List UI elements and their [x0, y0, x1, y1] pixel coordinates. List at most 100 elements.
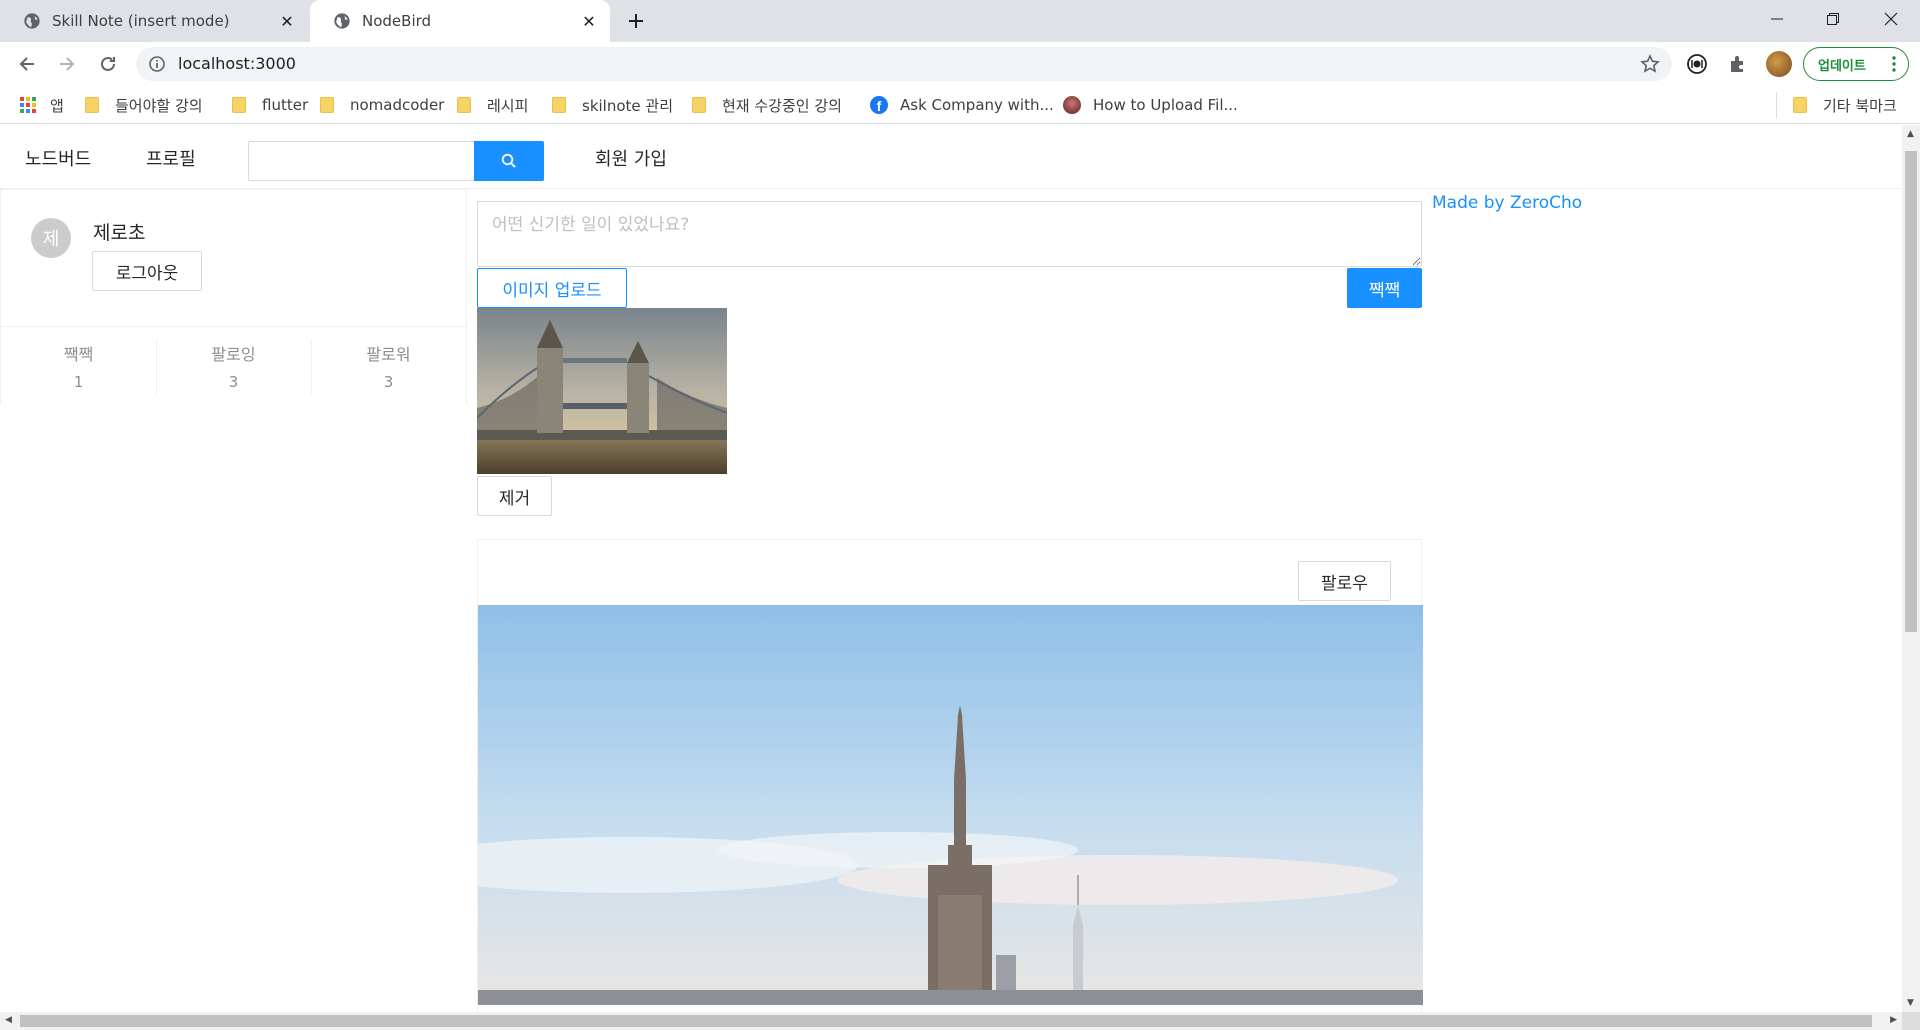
- scroll-thumb[interactable]: [20, 1015, 1872, 1027]
- stat-followers[interactable]: 팔로워 3: [311, 327, 466, 405]
- folder-icon: [692, 97, 706, 113]
- folder-icon: [232, 97, 246, 113]
- folder-icon: [457, 97, 471, 113]
- stat-label: 짹짹: [63, 345, 94, 364]
- tower-bridge-image: [477, 308, 727, 474]
- folder-icon: [1793, 97, 1807, 113]
- web-page: 노드버드 프로필 회원 가입 제 제로초 로그아웃 짹짹 1 팔로잉 3 팔로워…: [0, 125, 1902, 1012]
- bookmark-label: How to Upload Fil...: [1093, 96, 1238, 114]
- reload-button[interactable]: [94, 50, 122, 78]
- post-card: 팔로우: [477, 539, 1423, 1012]
- bookmark-label: 앱: [50, 96, 64, 115]
- bookmarks-bar: 앱 들어야할 강의 flutter nomadcoder 레시피 skilnot…: [0, 86, 1920, 124]
- city-skyline-image: [478, 605, 1423, 1005]
- search-button[interactable]: [474, 141, 544, 181]
- extensions-icon[interactable]: [1727, 53, 1749, 75]
- horizontal-scrollbar[interactable]: ◀ ▶: [0, 1012, 1902, 1030]
- update-label: 업데이트: [1818, 58, 1866, 74]
- made-by-link[interactable]: Made by ZeroCho: [1432, 193, 1582, 213]
- forward-button[interactable]: [53, 50, 81, 78]
- scrollbar-corner: [1902, 1012, 1920, 1030]
- post-image[interactable]: [478, 605, 1423, 1005]
- url-text[interactable]: localhost:3000: [178, 54, 296, 73]
- close-icon[interactable]: ✕: [276, 10, 298, 32]
- bookmark-label: Ask Company with...: [900, 96, 1054, 114]
- back-button[interactable]: [13, 50, 41, 78]
- browser-toolbar: localhost:3000 업데이트: [0, 42, 1920, 86]
- scroll-left-icon[interactable]: ◀: [5, 1015, 12, 1025]
- vertical-scrollbar[interactable]: ▲ ▼: [1902, 125, 1920, 1012]
- logout-button[interactable]: 로그아웃: [92, 251, 202, 291]
- menu-item-home[interactable]: 노드버드: [25, 145, 91, 171]
- facebook-icon: f: [870, 96, 888, 114]
- globe-icon: [334, 13, 350, 29]
- tab-title: Skill Note (insert mode): [52, 12, 230, 30]
- bookmark-label: nomadcoder: [350, 96, 445, 114]
- reload-icon: [101, 56, 115, 71]
- bookmark-apps[interactable]: 앱: [20, 94, 64, 116]
- stat-label: 팔로워: [366, 345, 411, 364]
- window-close-button[interactable]: [1862, 0, 1920, 38]
- image-upload-button[interactable]: 이미지 업로드: [477, 268, 627, 308]
- user-stats: 짹짹 1 팔로잉 3 팔로워 3: [1, 326, 466, 405]
- remove-image-button[interactable]: 제거: [477, 476, 552, 516]
- menu-item-profile[interactable]: 프로필: [146, 145, 196, 171]
- bookmark-folder[interactable]: 레시피: [457, 94, 528, 116]
- scroll-down-icon[interactable]: ▼: [1907, 998, 1914, 1008]
- bookmark-link[interactable]: f Ask Company with...: [870, 94, 1054, 116]
- folder-icon: [320, 97, 334, 113]
- info-icon[interactable]: [148, 55, 166, 73]
- bookmark-label: skilnote 관리: [582, 96, 673, 115]
- update-button[interactable]: 업데이트: [1803, 47, 1909, 81]
- user-nickname: 제로초: [93, 222, 146, 244]
- stat-value: 1: [73, 373, 84, 391]
- more-vert-icon: [1892, 56, 1896, 72]
- stat-following[interactable]: 팔로잉 3: [156, 327, 311, 405]
- new-tab-button[interactable]: [622, 7, 650, 35]
- tab-title: NodeBird: [362, 12, 432, 30]
- plus-icon: [629, 14, 643, 28]
- menu-item-signup[interactable]: 회원 가입: [595, 145, 667, 171]
- profile-avatar[interactable]: [1766, 51, 1792, 77]
- arrow-right-icon: [60, 57, 75, 71]
- bookmark-folder[interactable]: 들어야할 강의: [85, 94, 203, 116]
- search-input[interactable]: [248, 141, 474, 181]
- star-icon[interactable]: [1640, 54, 1660, 74]
- bookmark-folder[interactable]: nomadcoder: [320, 94, 444, 116]
- top-menu: 노드버드 프로필 회원 가입: [0, 125, 1902, 189]
- scroll-up-icon[interactable]: ▲: [1907, 129, 1914, 139]
- site-icon: [1063, 96, 1081, 114]
- post-textarea[interactable]: [477, 201, 1422, 267]
- apps-icon: [20, 97, 36, 113]
- browser-tab-strip: Skill Note (insert mode) ✕ NodeBird ✕: [0, 0, 1920, 42]
- image-preview: [477, 308, 727, 474]
- close-icon[interactable]: ✕: [578, 10, 600, 32]
- minimize-button[interactable]: [1748, 0, 1806, 38]
- follow-button[interactable]: 팔로우: [1298, 561, 1391, 601]
- restore-icon: [1827, 13, 1839, 25]
- address-bar[interactable]: localhost:3000: [136, 47, 1672, 81]
- restore-button[interactable]: [1804, 0, 1862, 38]
- bookmark-label: 레시피: [487, 96, 529, 115]
- stat-posts[interactable]: 짹짹 1: [1, 327, 156, 405]
- bookmark-folder[interactable]: flutter: [232, 94, 308, 116]
- bookmark-label: 현재 수강중인 강의: [722, 96, 842, 115]
- bookmark-link[interactable]: How to Upload Fil...: [1063, 94, 1238, 116]
- stat-value: 3: [228, 373, 239, 391]
- scroll-right-icon[interactable]: ▶: [1890, 1015, 1897, 1025]
- media-icon[interactable]: [1686, 53, 1708, 75]
- folder-icon: [552, 97, 566, 113]
- globe-icon: [24, 13, 40, 29]
- submit-post-button[interactable]: 짹짹: [1347, 268, 1422, 308]
- tab-skill-note[interactable]: Skill Note (insert mode) ✕: [0, 0, 308, 42]
- bookmark-other[interactable]: 기타 북마크: [1776, 92, 1897, 118]
- bookmark-folder[interactable]: 현재 수강중인 강의: [692, 94, 842, 116]
- arrow-left-icon: [19, 57, 34, 71]
- folder-icon: [85, 97, 99, 113]
- stat-value: 3: [383, 373, 394, 391]
- tab-nodebird[interactable]: NodeBird ✕: [310, 0, 610, 42]
- scroll-thumb[interactable]: [1905, 151, 1917, 632]
- bookmark-label: 기타 북마크: [1823, 96, 1897, 115]
- bookmark-folder[interactable]: skilnote 관리: [552, 94, 673, 116]
- search-box: [248, 141, 544, 181]
